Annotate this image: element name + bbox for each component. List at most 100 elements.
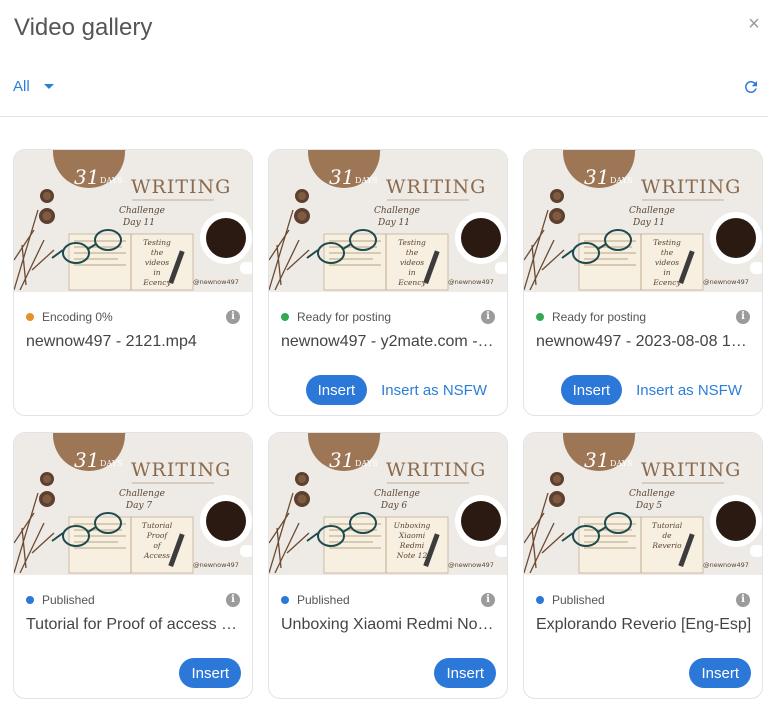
book-text-line: Tutorial	[142, 521, 173, 530]
book-text-line: the	[406, 248, 419, 257]
days-number: 31	[329, 165, 354, 189]
insert-nsfw-link[interactable]: Insert as NSFW	[381, 382, 496, 399]
status-row: Ready for posting	[536, 310, 646, 324]
open-book	[323, 233, 449, 291]
day-text: Day 11	[632, 218, 665, 228]
book-text-line: Redmi	[399, 541, 425, 550]
insert-nsfw-link[interactable]: Insert as NSFW	[636, 382, 751, 399]
challenge-text: Challenge	[119, 206, 165, 216]
status-text: Ready for posting	[552, 310, 647, 324]
book-text-line: Testing	[653, 238, 681, 247]
info-icon[interactable]: i	[736, 593, 750, 607]
status-text: Published	[552, 593, 605, 607]
card-actions: Insert	[689, 658, 751, 688]
handle-text: @newnow497	[193, 561, 239, 569]
status-dot	[281, 596, 289, 604]
days-word: DAYS	[355, 176, 378, 185]
status-text: Published	[42, 593, 95, 607]
days-word: DAYS	[610, 459, 633, 468]
insert-button[interactable]: Insert	[179, 658, 241, 688]
info-icon[interactable]: i	[481, 593, 495, 607]
video-thumbnail[interactable]: 31 DAYS WRITING Challenge Day 6 Unboxing…	[269, 433, 507, 575]
status-dot	[26, 596, 34, 604]
insert-button[interactable]: Insert	[560, 375, 623, 405]
writing-heading: WRITING	[131, 459, 231, 481]
day-text: Day 11	[377, 218, 410, 228]
writing-heading: WRITING	[386, 176, 486, 198]
card-actions: Insert Insert as NSFW	[560, 375, 751, 405]
book-text-line: the	[661, 248, 674, 257]
dialog-header: Video gallery × All	[0, 0, 768, 117]
book-text-line: Ecency	[397, 278, 426, 287]
book-text-line: Access	[143, 551, 170, 560]
book-text-line: Tutorial	[652, 521, 683, 530]
status-text: Encoding 0%	[42, 310, 113, 324]
video-card: 31 DAYS WRITING Challenge Day 7 Tutorial…	[13, 432, 253, 699]
video-thumbnail[interactable]: 31 DAYS WRITING Challenge Day 5 Tutorial…	[524, 433, 762, 575]
book-text-line: de	[662, 531, 672, 540]
insert-button[interactable]: Insert	[689, 658, 751, 688]
handle-text: @newnow497	[448, 561, 494, 569]
book-text-line: Proof	[146, 531, 169, 540]
book-text-line: Ecency	[142, 278, 171, 287]
book-text-line: in	[153, 268, 160, 277]
book-text-line: in	[408, 268, 415, 277]
status-text: Published	[297, 593, 350, 607]
insert-button[interactable]: Insert	[434, 658, 496, 688]
challenge-text: Challenge	[629, 489, 675, 499]
book-text-line: of	[153, 541, 162, 550]
video-thumbnail[interactable]: 31 DAYS WRITING Challenge Day 11 Testing…	[524, 150, 762, 292]
video-card: 31 DAYS WRITING Challenge Day 5 Tutorial…	[523, 432, 763, 699]
book-text-line: Testing	[143, 238, 171, 247]
day-text: Day 7	[125, 501, 153, 511]
challenge-text: Challenge	[119, 489, 165, 499]
book-text-line: Note 12	[396, 551, 428, 560]
days-word: DAYS	[355, 459, 378, 468]
info-icon[interactable]: i	[226, 593, 240, 607]
challenge-text: Challenge	[374, 206, 420, 216]
video-card: 31 DAYS WRITING Challenge Day 6 Unboxing…	[268, 432, 508, 699]
status-row: Ready for posting	[281, 310, 391, 324]
video-thumbnail[interactable]: 31 DAYS WRITING Challenge Day 11 Testing…	[14, 150, 252, 292]
handle-text: @newnow497	[703, 561, 749, 569]
info-icon[interactable]: i	[481, 310, 495, 324]
video-card: 31 DAYS WRITING Challenge Day 11 Testing…	[13, 149, 253, 416]
insert-button[interactable]: Insert	[305, 375, 368, 405]
book-text-line: Unboxing	[394, 521, 431, 530]
challenge-text: Challenge	[374, 489, 420, 499]
video-thumbnail[interactable]: 31 DAYS WRITING Challenge Day 11 Testing…	[269, 150, 507, 292]
handle-text: @newnow497	[448, 278, 494, 286]
video-title: newnow497 - 2121.mp4	[26, 333, 197, 350]
writing-heading: WRITING	[131, 176, 231, 198]
info-icon[interactable]: i	[226, 310, 240, 324]
video-card: 31 DAYS WRITING Challenge Day 11 Testing…	[523, 149, 763, 416]
caret-down-icon	[43, 84, 54, 89]
info-icon[interactable]: i	[736, 310, 750, 324]
days-word: DAYS	[100, 459, 123, 468]
card-actions: Insert	[434, 658, 496, 688]
writing-heading: WRITING	[641, 176, 741, 198]
handle-text: @newnow497	[703, 278, 749, 286]
book-text-line: the	[151, 248, 164, 257]
book-text-line: Xiaomi	[398, 531, 426, 540]
status-dot	[536, 596, 544, 604]
refresh-icon[interactable]	[742, 78, 760, 96]
video-title: newnow497 - 2023-08-08 1…	[536, 333, 747, 350]
close-icon[interactable]: ×	[746, 14, 762, 34]
status-dot	[536, 313, 544, 321]
open-book	[68, 516, 194, 574]
book-text-line: videos	[400, 258, 424, 267]
days-number: 31	[74, 165, 99, 189]
video-thumbnail[interactable]: 31 DAYS WRITING Challenge Day 7 Tutorial…	[14, 433, 252, 575]
status-row: Encoding 0%	[26, 310, 113, 324]
status-row: Published	[536, 593, 605, 607]
filter-label: All	[13, 78, 30, 95]
writing-heading: WRITING	[386, 459, 486, 481]
status-filter-dropdown[interactable]: All	[13, 78, 54, 95]
status-dot	[281, 313, 289, 321]
book-text-line: videos	[655, 258, 679, 267]
status-text: Ready for posting	[297, 310, 392, 324]
book-text-line: Testing	[398, 238, 426, 247]
video-title: Explorando Reverio [Eng-Esp]	[536, 616, 752, 633]
open-book	[578, 233, 704, 291]
